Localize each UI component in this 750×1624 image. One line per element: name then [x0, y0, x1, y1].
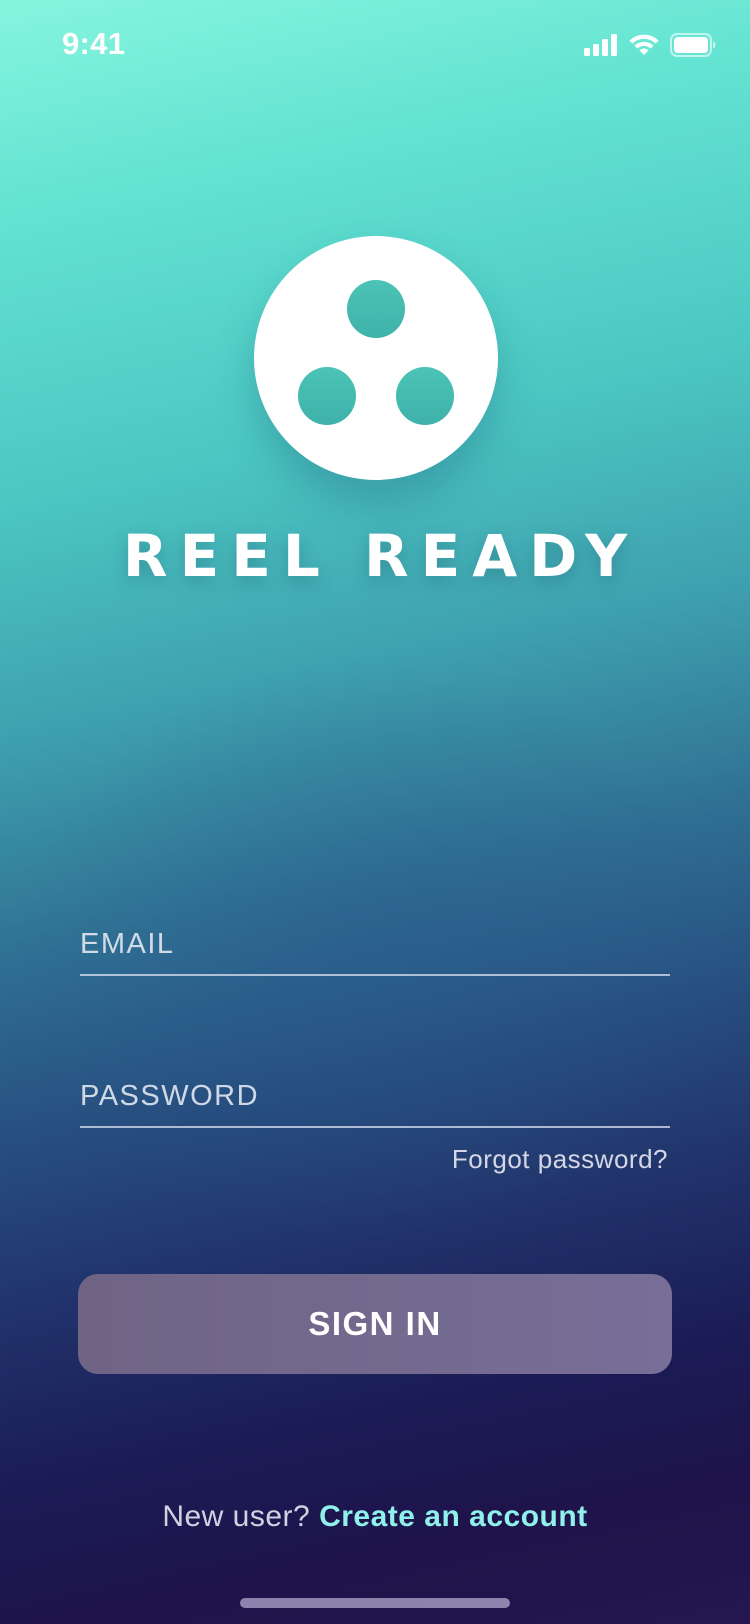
battery-icon: [670, 33, 716, 57]
password-field[interactable]: [80, 1074, 670, 1118]
login-screen: 9:41 REEL READY EMAIL Forgot password? S…: [0, 0, 750, 1624]
forgot-password-link[interactable]: Forgot password?: [452, 1144, 668, 1175]
logo-hole-left: [298, 367, 356, 425]
logo-hole-right: [396, 367, 454, 425]
signup-row: New user? Create an account: [0, 1500, 750, 1534]
logo-hole-top: [347, 280, 405, 338]
status-bar: 9:41: [0, 0, 750, 92]
new-user-prompt: New user?: [162, 1500, 311, 1533]
email-field-container: [80, 918, 670, 976]
app-title: REEL READY: [122, 522, 640, 590]
reel-logo-icon: [254, 236, 498, 480]
sign-in-label: SIGN IN: [308, 1305, 442, 1342]
home-indicator[interactable]: [240, 1598, 510, 1608]
status-icons: [584, 30, 716, 60]
email-field[interactable]: [80, 922, 670, 966]
wifi-icon: [628, 33, 660, 57]
sign-in-button[interactable]: SIGN IN: [78, 1274, 672, 1374]
password-field-container: [80, 1070, 670, 1128]
status-time: 9:41: [62, 26, 126, 61]
signal-icon: [584, 34, 618, 56]
create-account-link[interactable]: Create an account: [319, 1500, 588, 1533]
